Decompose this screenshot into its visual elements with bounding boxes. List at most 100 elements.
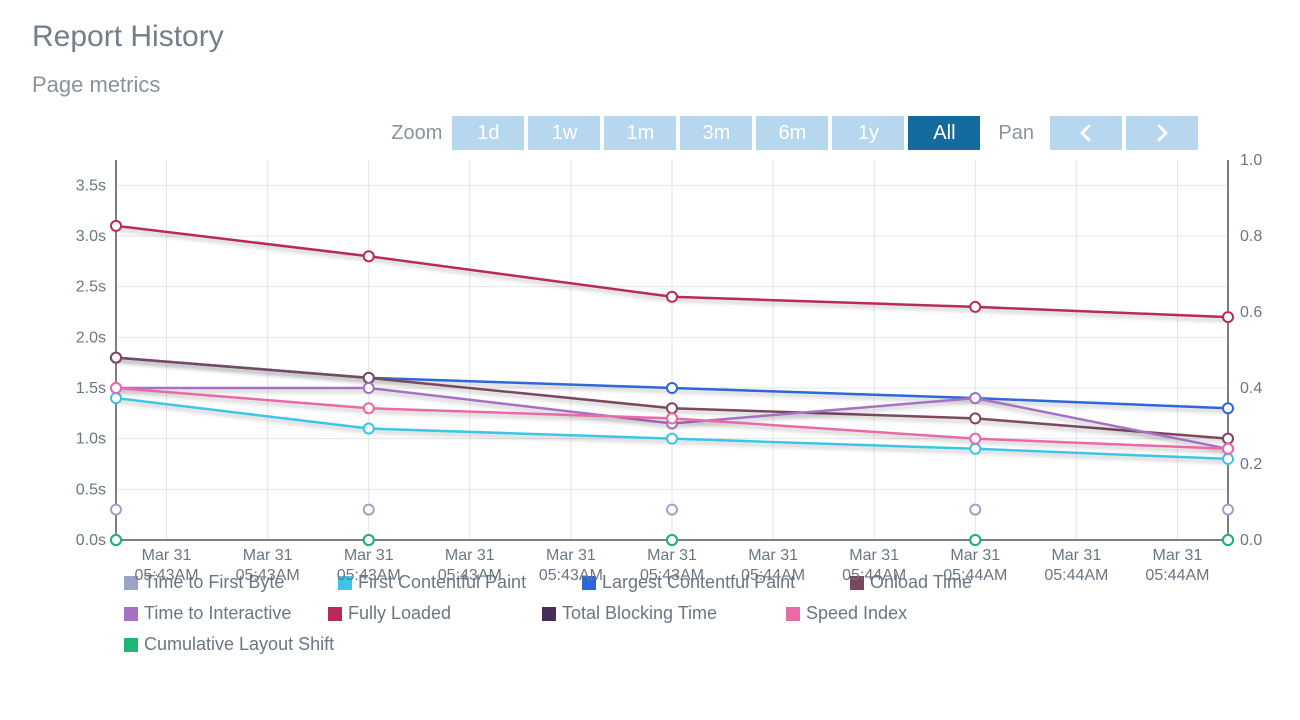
series-point bbox=[1223, 444, 1233, 454]
svg-text:05:44AM: 05:44AM bbox=[943, 567, 1007, 584]
series-point bbox=[667, 292, 677, 302]
pan-left-button[interactable] bbox=[1050, 116, 1122, 150]
zoom-group: 1d1w1m3m6m1yAll bbox=[452, 116, 980, 150]
legend-label: Total Blocking Time bbox=[562, 603, 717, 624]
series-point bbox=[667, 505, 677, 515]
legend-item[interactable]: Speed Index bbox=[786, 603, 1030, 624]
series-point bbox=[364, 383, 374, 393]
legend-item[interactable]: Total Blocking Time bbox=[542, 603, 762, 624]
series-point bbox=[970, 302, 980, 312]
svg-text:Mar 31: Mar 31 bbox=[647, 547, 697, 564]
legend-item[interactable]: Cumulative Layout Shift bbox=[124, 634, 368, 655]
chevron-left-icon bbox=[1078, 124, 1094, 142]
series-point bbox=[667, 413, 677, 423]
series-point bbox=[364, 251, 374, 261]
series-point bbox=[1223, 454, 1233, 464]
zoom-button-3m[interactable]: 3m bbox=[680, 116, 752, 150]
legend-label: Fully Loaded bbox=[348, 603, 451, 624]
series-point bbox=[970, 535, 980, 545]
svg-text:3.0s: 3.0s bbox=[76, 228, 106, 245]
svg-text:2.0s: 2.0s bbox=[76, 329, 106, 346]
page-metrics-chart: 0.0s 0.5s 1.0s 1.5s 2.0s 2.5s 3.0s 3.5s 0.0 0.2 0.… bbox=[30, 156, 1270, 564]
series-point bbox=[1223, 434, 1233, 444]
series-point bbox=[970, 393, 980, 403]
series-point bbox=[364, 403, 374, 413]
svg-text:05:44AM: 05:44AM bbox=[741, 567, 805, 584]
series-point bbox=[970, 444, 980, 454]
svg-text:05:43AM: 05:43AM bbox=[236, 567, 300, 584]
svg-text:05:43AM: 05:43AM bbox=[438, 567, 502, 584]
legend-label: Time to Interactive bbox=[144, 603, 291, 624]
series-point bbox=[1223, 535, 1233, 545]
zoom-button-1m[interactable]: 1m bbox=[604, 116, 676, 150]
legend-swatch bbox=[328, 607, 342, 621]
series-point bbox=[667, 434, 677, 444]
svg-text:1.0s: 1.0s bbox=[76, 431, 106, 448]
legend-label: Cumulative Layout Shift bbox=[144, 634, 334, 655]
series-point bbox=[111, 393, 121, 403]
series-point bbox=[364, 505, 374, 515]
svg-text:Mar 31: Mar 31 bbox=[849, 547, 899, 564]
legend-item[interactable]: Fully Loaded bbox=[328, 603, 518, 624]
svg-text:0.6: 0.6 bbox=[1240, 304, 1262, 321]
svg-text:05:43AM: 05:43AM bbox=[135, 567, 199, 584]
svg-text:0.2: 0.2 bbox=[1240, 456, 1262, 473]
legend-swatch bbox=[786, 607, 800, 621]
svg-text:Mar 31: Mar 31 bbox=[142, 547, 192, 564]
svg-text:Mar 31: Mar 31 bbox=[950, 547, 1000, 564]
svg-text:05:44AM: 05:44AM bbox=[1044, 567, 1108, 584]
svg-text:05:44AM: 05:44AM bbox=[1145, 567, 1209, 584]
series-point bbox=[667, 403, 677, 413]
chart-toolbar: Zoom 1d1w1m3m6m1yAll Pan bbox=[32, 116, 1198, 150]
chevron-right-icon bbox=[1154, 124, 1170, 142]
svg-text:2.5s: 2.5s bbox=[76, 279, 106, 296]
series-point bbox=[364, 424, 374, 434]
chart-legend: Time to First ByteFirst Contentful Paint… bbox=[124, 572, 1264, 655]
series-point bbox=[1223, 403, 1233, 413]
series-point bbox=[111, 221, 121, 231]
series-point bbox=[111, 383, 121, 393]
svg-text:Mar 31: Mar 31 bbox=[546, 547, 596, 564]
zoom-button-1w[interactable]: 1w bbox=[528, 116, 600, 150]
svg-text:05:43AM: 05:43AM bbox=[539, 567, 603, 584]
legend-swatch bbox=[124, 607, 138, 621]
series-point bbox=[667, 535, 677, 545]
svg-text:Mar 31: Mar 31 bbox=[445, 547, 495, 564]
pan-label: Pan bbox=[998, 122, 1034, 145]
svg-text:1.5s: 1.5s bbox=[76, 380, 106, 397]
legend-swatch bbox=[124, 638, 138, 652]
page-subtitle: Page metrics bbox=[32, 72, 1268, 98]
series-point bbox=[364, 373, 374, 383]
svg-text:0.0: 0.0 bbox=[1240, 532, 1262, 549]
svg-text:0.0s: 0.0s bbox=[76, 532, 106, 549]
svg-text:05:43AM: 05:43AM bbox=[640, 567, 704, 584]
legend-swatch bbox=[542, 607, 556, 621]
series-point bbox=[111, 535, 121, 545]
zoom-button-all[interactable]: All bbox=[908, 116, 980, 150]
series-point bbox=[970, 434, 980, 444]
series-point bbox=[970, 413, 980, 423]
svg-text:3.5s: 3.5s bbox=[76, 177, 106, 194]
zoom-button-6m[interactable]: 6m bbox=[756, 116, 828, 150]
svg-text:Mar 31: Mar 31 bbox=[748, 547, 798, 564]
pan-right-button[interactable] bbox=[1126, 116, 1198, 150]
svg-text:05:44AM: 05:44AM bbox=[842, 567, 906, 584]
svg-text:05:43AM: 05:43AM bbox=[337, 567, 401, 584]
legend-label: Speed Index bbox=[806, 603, 907, 624]
svg-text:Mar 31: Mar 31 bbox=[1051, 547, 1101, 564]
zoom-button-1d[interactable]: 1d bbox=[452, 116, 524, 150]
series-point bbox=[364, 535, 374, 545]
series-point bbox=[111, 505, 121, 515]
zoom-button-1y[interactable]: 1y bbox=[832, 116, 904, 150]
svg-text:0.8: 0.8 bbox=[1240, 228, 1262, 245]
legend-item[interactable]: Time to Interactive bbox=[124, 603, 304, 624]
svg-text:Mar 31: Mar 31 bbox=[344, 547, 394, 564]
svg-text:0.4: 0.4 bbox=[1240, 380, 1262, 397]
series-point bbox=[667, 383, 677, 393]
zoom-label: Zoom bbox=[391, 122, 442, 145]
series-point bbox=[970, 505, 980, 515]
pan-group bbox=[1050, 116, 1198, 150]
series-point bbox=[111, 353, 121, 363]
svg-text:0.5s: 0.5s bbox=[76, 481, 106, 498]
page-title: Report History bbox=[32, 20, 1268, 54]
